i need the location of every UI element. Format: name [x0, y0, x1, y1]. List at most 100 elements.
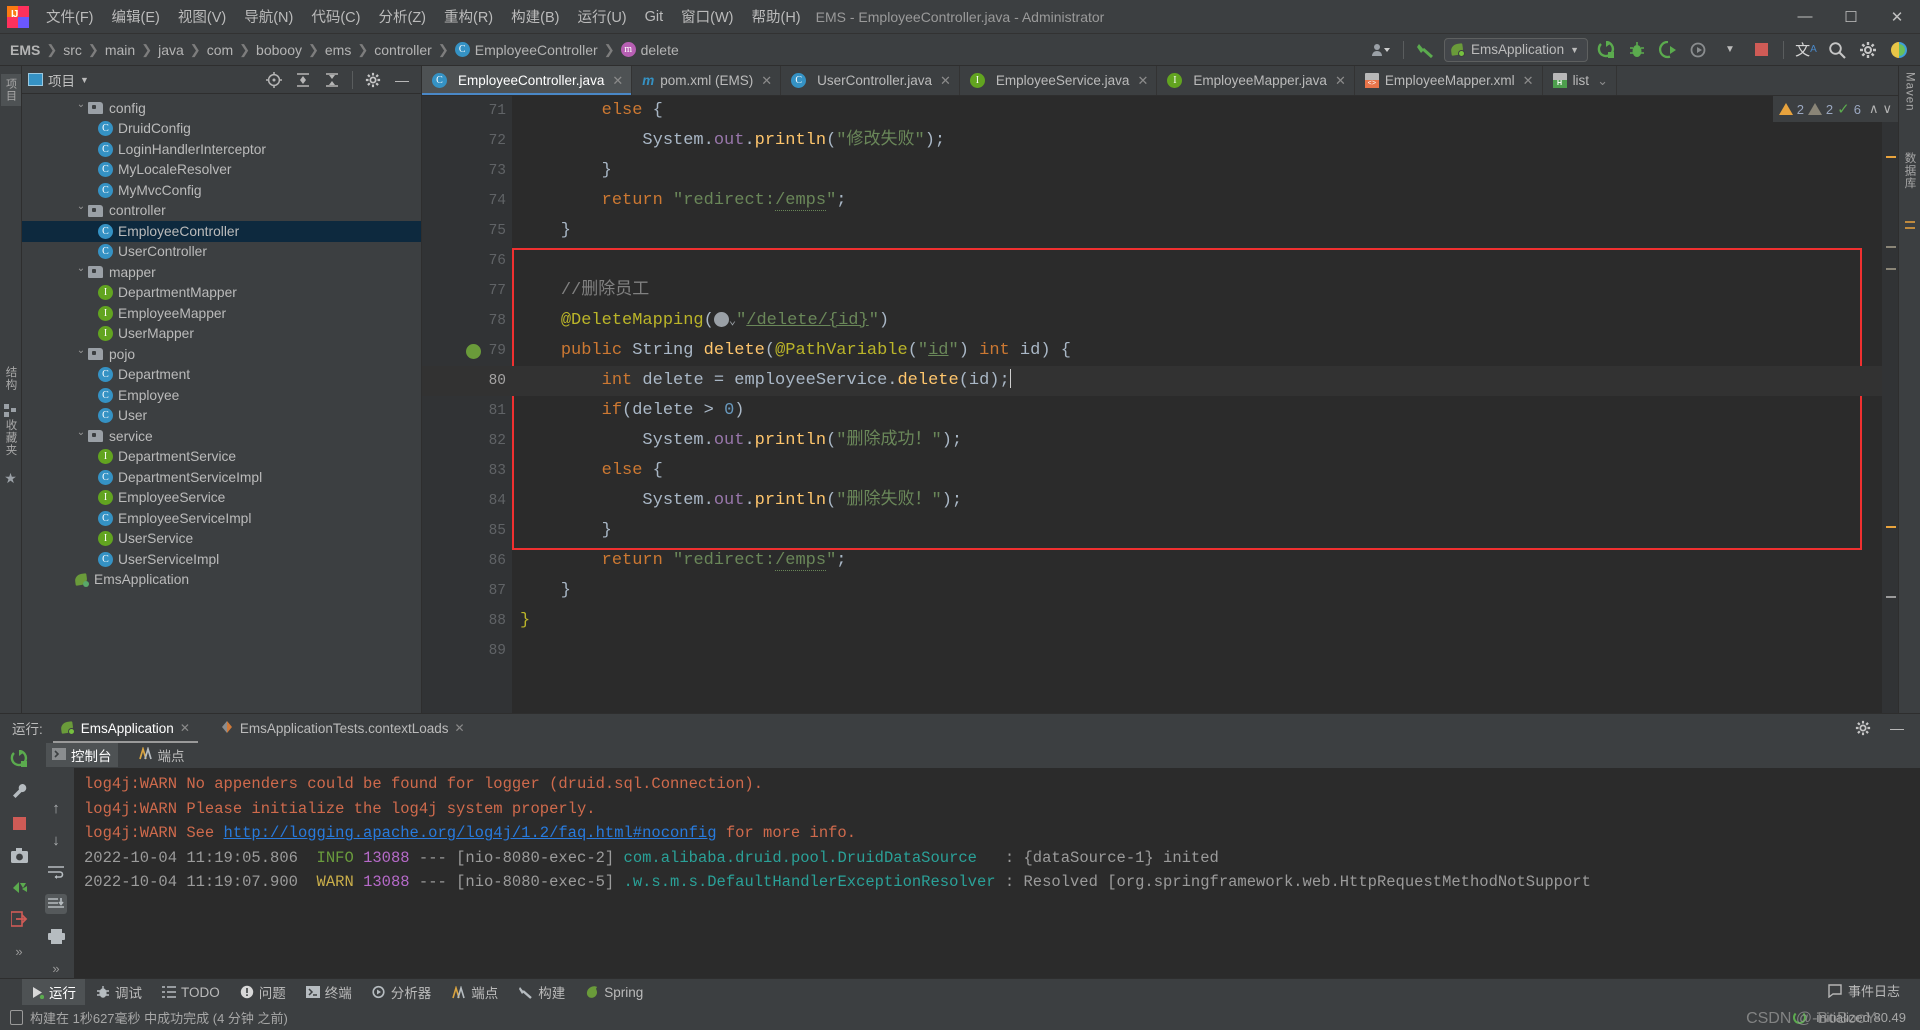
code-line-88[interactable]: } — [512, 606, 1882, 636]
chevron-down-icon[interactable]: ⌄ — [1597, 73, 1608, 89]
code-line-79[interactable]: public String delete(@PathVariable("id")… — [512, 336, 1882, 366]
run-configuration-selector[interactable]: EmsApplication ▼ — [1444, 37, 1588, 62]
close-tab-icon[interactable]: ✕ — [1523, 73, 1534, 89]
editor-tab-employeemapperxml[interactable]: EmployeeMapper.xml ✕ — [1355, 66, 1543, 95]
tree-item-userservice[interactable]: I UserService — [22, 529, 421, 550]
menu-item-0[interactable]: 文件(F) — [37, 2, 103, 31]
menu-item-7[interactable]: 构建(B) — [502, 2, 568, 31]
tool-window-button-endpoints[interactable]: 端点 — [442, 979, 507, 1005]
print-icon[interactable] — [45, 926, 67, 946]
search-icon[interactable] — [1824, 38, 1850, 62]
close-tab-icon[interactable]: ✕ — [761, 73, 772, 89]
code-line-71[interactable]: else { — [512, 96, 1882, 126]
tool-window-button-terminal[interactable]: 终端 — [297, 979, 361, 1005]
close-tab-icon[interactable]: ✕ — [455, 721, 465, 735]
chevron-down-icon[interactable]: ⌄ — [74, 99, 88, 110]
close-button[interactable]: ✕ — [1874, 0, 1920, 34]
tree-item-userserviceimpl[interactable]: C UserServiceImpl — [22, 549, 421, 570]
code-line-72[interactable]: System.out.println("修改失败"); — [512, 126, 1882, 156]
console-output[interactable]: log4j:WARN No appenders could be found f… — [74, 768, 1920, 978]
hide-panel-icon[interactable]: — — [389, 68, 415, 92]
exit-icon[interactable] — [8, 908, 30, 930]
breadcrumb-item-ems[interactable]: EMS — [10, 42, 40, 58]
code-line-77[interactable]: //删除员工 — [512, 276, 1882, 306]
tree-item-user[interactable]: C User — [22, 406, 421, 427]
menu-item-9[interactable]: Git — [636, 5, 673, 29]
chevron-down-icon[interactable]: ⌄ — [74, 427, 88, 438]
scroll-to-end-icon[interactable] — [45, 894, 67, 914]
console-tab-console[interactable]: 控制台 — [46, 743, 118, 767]
inspection-widget[interactable]: 2 2 ✓ 6 ∧ ∨ — [1772, 96, 1898, 122]
tree-item-pojo[interactable]: ⌄ pojo — [22, 344, 421, 365]
editor-tab-list[interactable]: list ⌄ — [1543, 66, 1617, 95]
rail-item-structure[interactable]: 结构 — [3, 366, 19, 391]
tool-window-button-profiler[interactable]: 分析器 — [363, 979, 441, 1005]
gutter-line-85[interactable]: 85– — [422, 516, 530, 546]
breadcrumb-item-com[interactable]: com — [207, 42, 233, 58]
tree-item-employee[interactable]: C Employee — [22, 385, 421, 406]
breadcrumb-item-ems[interactable]: ems — [325, 42, 351, 58]
menu-item-8[interactable]: 运行(U) — [568, 2, 635, 31]
tree-item-departmentmapper[interactable]: I DepartmentMapper — [22, 283, 421, 304]
tree-item-department[interactable]: C Department — [22, 365, 421, 386]
debug-icon[interactable] — [1624, 38, 1650, 62]
wrench-icon[interactable] — [8, 780, 30, 802]
menu-item-1[interactable]: 编辑(E) — [103, 2, 169, 31]
tree-item-departmentservice[interactable]: I DepartmentService — [22, 447, 421, 468]
run-tab-emsapplicationtestscontextloads[interactable]: EmsApplicationTests.contextLoads ✕ — [212, 717, 473, 740]
chevron-down-icon[interactable]: ▼ — [80, 75, 89, 85]
editor-tab-employeecontrollerjava[interactable]: C EmployeeController.java ✕ — [422, 66, 633, 95]
editor-tab-bar[interactable]: C EmployeeController.java ✕ m pom.xml (EMS) ✕… — [422, 66, 1898, 96]
breadcrumb-item-employeecontroller[interactable]: C EmployeeController — [454, 42, 598, 58]
tree-item-loginhandlerinterceptor[interactable]: C LoginHandlerInterceptor — [22, 139, 421, 160]
code-line-80[interactable]: int delete = employeeService.delete(id); — [512, 366, 1882, 396]
up-arrow-icon[interactable]: ↑ — [45, 798, 67, 818]
rail-item-favorites[interactable]: 收藏夹 — [3, 419, 19, 457]
rail-item-maven[interactable]: Maven — [1904, 72, 1916, 112]
gutter-line-78[interactable]: 78 — [422, 306, 512, 336]
run-tabs[interactable]: EmsApplication ✕ EmsApplicationTests.conte… — [52, 717, 473, 743]
tree-item-config[interactable]: ⌄ config — [22, 98, 421, 119]
down-arrow-icon[interactable]: ↓ — [45, 830, 67, 850]
breadcrumb-item-src[interactable]: src — [63, 42, 82, 58]
camera-icon[interactable] — [8, 844, 30, 866]
gutter-line-77[interactable]: 77 — [422, 276, 512, 306]
user-icon[interactable] — [1368, 38, 1394, 62]
code-line-85[interactable]: } — [512, 516, 1882, 546]
event-log-button[interactable]: 事件日志 — [1828, 981, 1900, 1000]
run-icon[interactable] — [1593, 38, 1619, 62]
tree-item-mylocaleresolver[interactable]: C MyLocaleResolver — [22, 160, 421, 181]
close-tab-icon[interactable]: ✕ — [940, 73, 951, 89]
gutter-line-74[interactable]: 74 — [422, 186, 512, 216]
maximize-button[interactable]: ☐ — [1828, 0, 1874, 34]
gutter-line-81[interactable]: 81 — [422, 396, 512, 426]
gutter-line-84[interactable]: 84 — [422, 486, 512, 516]
code-line-82[interactable]: System.out.println("删除成功！"); — [512, 426, 1882, 456]
project-tree[interactable]: ⌄ config C DruidConfig C LoginHandlerIntercep… — [22, 94, 421, 713]
menu-item-10[interactable]: 窗口(W) — [672, 2, 742, 31]
gutter-line-73[interactable]: 73– — [422, 156, 530, 186]
chevron-down-icon[interactable]: ⌄ — [74, 201, 88, 212]
run-with-coverage-icon[interactable] — [1655, 38, 1681, 62]
previous-highlight-icon[interactable]: ∧ — [1869, 101, 1879, 117]
close-tab-icon[interactable]: ✕ — [1137, 73, 1148, 89]
tool-window-button-build[interactable]: 构建 — [509, 979, 574, 1005]
code-line-74[interactable]: return "redirect:/emps"; — [512, 186, 1882, 216]
tree-item-controller[interactable]: ⌄ controller — [22, 201, 421, 222]
chevron-down-icon[interactable]: ▼ — [1717, 38, 1743, 62]
stop-icon[interactable] — [1748, 38, 1774, 62]
editor-tab-employeeservicejava[interactable]: I EmployeeService.java ✕ — [960, 66, 1158, 95]
settings-gear-icon[interactable] — [1855, 38, 1881, 62]
gutter-line-75[interactable]: 75– — [422, 216, 530, 246]
code-line-83[interactable]: else { — [512, 456, 1882, 486]
tree-item-usercontroller[interactable]: C UserController — [22, 242, 421, 263]
gear-icon[interactable] — [1850, 716, 1876, 740]
gutter-line-88[interactable]: 88 — [422, 606, 512, 636]
more-actions-icon[interactable]: » — [8, 940, 30, 962]
minimize-button[interactable]: — — [1782, 0, 1828, 34]
menu-item-2[interactable]: 视图(V) — [169, 2, 235, 31]
rail-item-project[interactable]: 项目 — [0, 74, 21, 106]
gutter-line-82[interactable]: 82 — [422, 426, 512, 456]
error-stripe-gutter[interactable] — [1882, 96, 1898, 713]
ide-theme-icon[interactable] — [1886, 38, 1912, 62]
